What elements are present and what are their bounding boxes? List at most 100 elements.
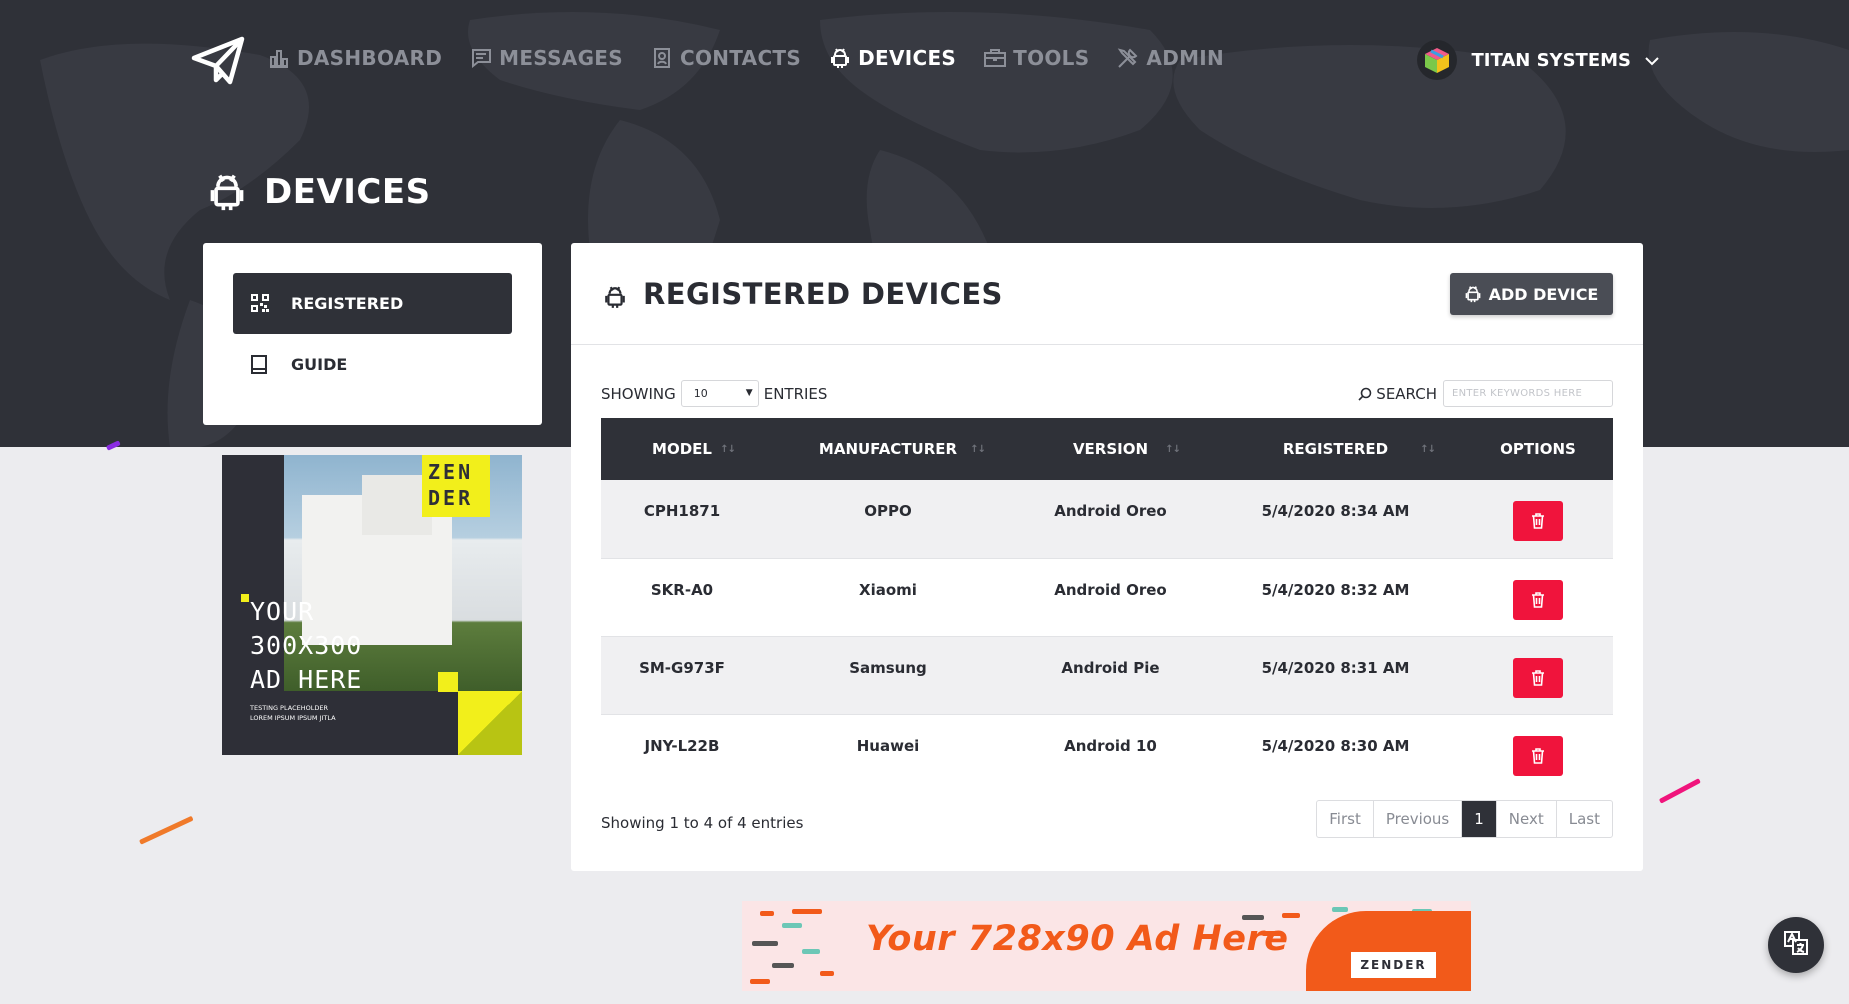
column-header-registered[interactable]: REGISTERED ↑↓: [1208, 418, 1463, 480]
delete-button[interactable]: [1513, 579, 1563, 620]
table-row: JNY-L22B Huawei Android 10 5/4/2020 8:30…: [601, 714, 1613, 792]
column-header-label: VERSION: [1072, 440, 1149, 458]
nav-item-admin[interactable]: ADMIN: [1117, 46, 1224, 70]
pagination-last[interactable]: Last: [1557, 801, 1612, 837]
ad-accent-square: [241, 594, 249, 602]
ad-confetti: [1282, 913, 1300, 918]
nav-item-messages[interactable]: MESSAGES: [470, 46, 623, 70]
card-title-text: REGISTERED DEVICES: [643, 277, 1003, 311]
table-row: SKR-A0 Xiaomi Android Oreo 5/4/2020 8:32…: [601, 558, 1613, 636]
cell-model: JNY-L22B: [644, 736, 720, 755]
decorative-dash: [138, 815, 194, 845]
ad-text: Your 728x90 Ad Here: [866, 919, 1289, 959]
search-label: SEARCH: [1376, 384, 1437, 403]
pagination-first[interactable]: First: [1317, 801, 1374, 837]
ad-accent-block: [458, 691, 522, 755]
nav-item-contacts[interactable]: CONTACTS: [651, 46, 801, 70]
devices-table: MODEL ↑↓ MANUFACTURER ↑↓ VERSION ↑↓ REGISTE…: [601, 418, 1613, 792]
pagination: First Previous 1 Next Last: [1316, 800, 1613, 838]
sidebar-item-registered[interactable]: REGISTERED: [233, 273, 512, 334]
cell-manufacturer: Huawei: [856, 736, 920, 755]
ad-confetti: [782, 923, 802, 928]
delete-button[interactable]: [1513, 657, 1563, 698]
ad-subtext: TESTING PLACEHOLDER LOREM IPSUM IPSUM JI…: [250, 704, 336, 722]
pagination-page-1[interactable]: 1: [1462, 801, 1497, 837]
translate-float-button[interactable]: [1768, 917, 1824, 973]
sort-icon: ↑↓: [1165, 444, 1181, 455]
sidebar-item-guide[interactable]: GUIDE: [233, 334, 512, 395]
decorative-dash: [1658, 778, 1701, 804]
entries-label: ENTRIES: [763, 384, 828, 403]
ad-confetti: [1332, 907, 1348, 912]
cell-registered: 5/4/2020 8:32 AM: [1261, 580, 1410, 599]
column-header-manufacturer[interactable]: MANUFACTURER ↑↓: [763, 418, 1013, 480]
account-menu[interactable]: TITAN SYSTEMS: [1417, 40, 1659, 80]
nav-item-label: TOOLS: [1013, 46, 1090, 70]
tools-icon: [1117, 47, 1139, 69]
ad-confetti: [792, 909, 822, 914]
chevron-down-icon: [1645, 50, 1659, 71]
trash-icon: [1532, 669, 1544, 686]
nav-item-label: MESSAGES: [499, 46, 623, 70]
entries-control: SHOWING 10 ▼ ENTRIES: [601, 380, 827, 407]
table-row: CPH1871 OPPO Android Oreo 5/4/2020 8:34 …: [601, 480, 1613, 558]
showing-label: SHOWING: [601, 384, 676, 403]
cell-registered: 5/4/2020 8:34 AM: [1261, 502, 1410, 520]
sidebar-item-label: GUIDE: [291, 355, 348, 374]
column-header-version[interactable]: VERSION ↑↓: [1013, 418, 1208, 480]
table-row: SM-G973F Samsung Android Pie 5/4/2020 8:…: [601, 636, 1613, 714]
nav-item-devices[interactable]: DEVICES: [829, 46, 956, 70]
nav-item-label: ADMIN: [1146, 46, 1225, 70]
ad-brand-line: ZEN: [428, 460, 474, 484]
cell-options: [1463, 636, 1613, 714]
ad-confetti: [772, 963, 794, 968]
search-icon: [1358, 387, 1372, 401]
sort-icon: ↑↓: [1420, 444, 1436, 455]
briefcase-icon: [984, 47, 1007, 69]
add-device-button[interactable]: ADD DEVICE: [1450, 273, 1613, 315]
cell-version: Android 10: [1064, 736, 1157, 755]
column-header-model[interactable]: MODEL ↑↓: [601, 418, 763, 480]
cell-registered: 5/4/2020 8:30 AM: [1261, 736, 1410, 755]
ad-orange-shape: [1306, 911, 1471, 991]
company-logo-icon: [1417, 40, 1458, 80]
book-icon: [251, 354, 271, 375]
pagination-next[interactable]: Next: [1497, 801, 1557, 837]
android-icon: [605, 282, 627, 308]
contact-card-icon: [651, 47, 673, 69]
ad-confetti: [820, 971, 834, 976]
search-control: SEARCH: [1358, 380, 1613, 407]
column-header-label: MANUFACTURER: [818, 440, 958, 458]
delete-button[interactable]: [1513, 735, 1563, 776]
nav-item-tools[interactable]: TOOLS: [984, 46, 1089, 70]
delete-button[interactable]: [1513, 501, 1563, 541]
nav-item-label: CONTACTS: [679, 46, 802, 70]
nav-item-dashboard[interactable]: DASHBOARD: [268, 46, 442, 70]
column-header-label: REGISTERED: [1282, 440, 1389, 458]
android-icon: [210, 172, 246, 212]
table-controls: SHOWING 10 ▼ ENTRIES SEARCH: [601, 376, 1613, 407]
cell-model: SM-G973F: [639, 658, 725, 677]
sort-icon: ↑↓: [970, 444, 986, 455]
message-icon: [470, 47, 492, 69]
table-info: Showing 1 to 4 of 4 entries: [601, 814, 804, 832]
sidebar-item-label: REGISTERED: [291, 294, 404, 313]
android-icon: [829, 47, 851, 69]
ad-banner-728x90[interactable]: Your 728x90 Ad Here ZENDER: [742, 901, 1471, 991]
top-navigation: DASHBOARD MESSAGES CONTACTS DEVICES TOOL…: [190, 32, 1659, 92]
caret-down-icon: ▼: [745, 388, 753, 398]
cell-options: [1463, 480, 1613, 558]
pagination-previous[interactable]: Previous: [1374, 801, 1463, 837]
ad-banner-300x300[interactable]: ZEN DER YOUR 300X300 AD HERE TESTING PLA…: [222, 455, 522, 755]
entries-select[interactable]: 10 ▼: [680, 380, 759, 407]
nav-links: DASHBOARD MESSAGES CONTACTS DEVICES TOOL…: [268, 46, 1252, 70]
trash-icon: [1532, 747, 1544, 764]
translate-icon: [1783, 930, 1809, 960]
cell-model: CPH1871: [643, 502, 721, 520]
search-input[interactable]: [1443, 380, 1613, 407]
ad-brand-mark: ZEN DER: [422, 455, 490, 517]
cell-version: Android Pie: [1061, 658, 1160, 677]
cell-registered: 5/4/2020 8:31 AM: [1261, 658, 1410, 677]
paper-plane-logo-icon[interactable]: [190, 36, 248, 88]
ad-confetti: [802, 949, 820, 954]
